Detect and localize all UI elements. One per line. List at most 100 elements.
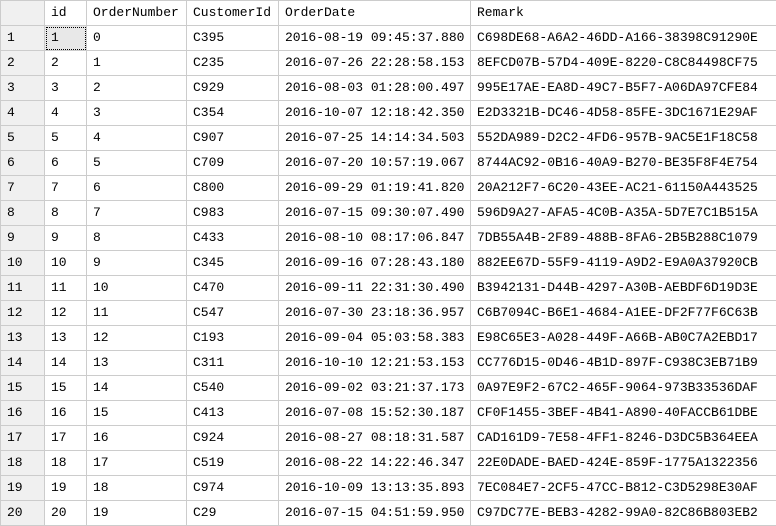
cell-id[interactable]: 12 (45, 301, 87, 326)
col-header-customerid[interactable]: CustomerId (187, 1, 279, 26)
table-row[interactable]: 131312C1932016-09-04 05:03:58.383E98C65E… (1, 326, 776, 351)
row-number[interactable]: 8 (1, 201, 45, 226)
cell-remark[interactable]: 596D9A27-AFA5-4C0B-A35A-5D7E7C1B515A (471, 201, 776, 226)
row-number[interactable]: 4 (1, 101, 45, 126)
table-row[interactable]: 554C9072016-07-25 14:14:34.503552DA989-D… (1, 126, 776, 151)
cell-remark[interactable]: 882EE67D-55F9-4119-A9D2-E9A0A37920CB (471, 251, 776, 276)
cell-customerid[interactable]: C800 (187, 176, 279, 201)
cell-remark[interactable]: 8744AC92-0B16-40A9-B270-BE35F8F4E754 (471, 151, 776, 176)
cell-ordernumber[interactable]: 2 (87, 76, 187, 101)
cell-orderdate[interactable]: 2016-07-25 14:14:34.503 (279, 126, 471, 151)
row-number[interactable]: 14 (1, 351, 45, 376)
cell-remark[interactable]: C97DC77E-BEB3-4282-99A0-82C86B803EB2 (471, 501, 776, 526)
table-row[interactable]: 171716C9242016-08-27 08:18:31.587CAD161D… (1, 426, 776, 451)
cell-ordernumber[interactable]: 6 (87, 176, 187, 201)
row-number[interactable]: 11 (1, 276, 45, 301)
cell-id[interactable]: 7 (45, 176, 87, 201)
cell-id[interactable]: 14 (45, 351, 87, 376)
col-header-remark[interactable]: Remark (471, 1, 776, 26)
cell-customerid[interactable]: C413 (187, 401, 279, 426)
cell-remark[interactable]: CF0F1455-3BEF-4B41-A890-40FACCB61DBE (471, 401, 776, 426)
cell-ordernumber[interactable]: 17 (87, 451, 187, 476)
table-row[interactable]: 221C2352016-07-26 22:28:58.1538EFCD07B-5… (1, 51, 776, 76)
cell-id[interactable]: 3 (45, 76, 87, 101)
cell-ordernumber[interactable]: 15 (87, 401, 187, 426)
cell-ordernumber[interactable]: 14 (87, 376, 187, 401)
row-number[interactable]: 12 (1, 301, 45, 326)
cell-customerid[interactable]: C193 (187, 326, 279, 351)
cell-ordernumber[interactable]: 11 (87, 301, 187, 326)
cell-orderdate[interactable]: 2016-10-09 13:13:35.893 (279, 476, 471, 501)
cell-remark[interactable]: CAD161D9-7E58-4FF1-8246-D3DC5B364EEA (471, 426, 776, 451)
cell-id[interactable]: 13 (45, 326, 87, 351)
cell-ordernumber[interactable]: 12 (87, 326, 187, 351)
cell-ordernumber[interactable]: 16 (87, 426, 187, 451)
cell-remark[interactable]: C698DE68-A6A2-46DD-A166-38398C91290E (471, 26, 776, 51)
table-row[interactable]: 121211C5472016-07-30 23:18:36.957C6B7094… (1, 301, 776, 326)
row-number[interactable]: 15 (1, 376, 45, 401)
cell-id[interactable]: 10 (45, 251, 87, 276)
row-number[interactable]: 3 (1, 76, 45, 101)
table-row[interactable]: 887C9832016-07-15 09:30:07.490596D9A27-A… (1, 201, 776, 226)
table-row[interactable]: 776C8002016-09-29 01:19:41.82020A212F7-6… (1, 176, 776, 201)
table-row[interactable]: 181817C5192016-08-22 14:22:46.34722E0DAD… (1, 451, 776, 476)
cell-customerid[interactable]: C235 (187, 51, 279, 76)
cell-ordernumber[interactable]: 4 (87, 126, 187, 151)
cell-ordernumber[interactable]: 5 (87, 151, 187, 176)
cell-customerid[interactable]: C924 (187, 426, 279, 451)
cell-customerid[interactable]: C983 (187, 201, 279, 226)
cell-id[interactable]: 2 (45, 51, 87, 76)
gutter-header[interactable] (1, 1, 45, 26)
cell-id[interactable]: 16 (45, 401, 87, 426)
col-header-id[interactable]: id (45, 1, 87, 26)
cell-id[interactable]: 4 (45, 101, 87, 126)
cell-orderdate[interactable]: 2016-08-19 09:45:37.880 (279, 26, 471, 51)
cell-customerid[interactable]: C519 (187, 451, 279, 476)
cell-remark[interactable]: 7DB55A4B-2F89-488B-8FA6-2B5B288C1079 (471, 226, 776, 251)
cell-remark[interactable]: 7EC084E7-2CF5-47CC-B812-C3D5298E30AF (471, 476, 776, 501)
table-row[interactable]: 111110C4702016-09-11 22:31:30.490B394213… (1, 276, 776, 301)
cell-customerid[interactable]: C354 (187, 101, 279, 126)
cell-ordernumber[interactable]: 0 (87, 26, 187, 51)
row-number[interactable]: 17 (1, 426, 45, 451)
cell-orderdate[interactable]: 2016-09-02 03:21:37.173 (279, 376, 471, 401)
cell-orderdate[interactable]: 2016-08-03 01:28:00.497 (279, 76, 471, 101)
row-number[interactable]: 10 (1, 251, 45, 276)
cell-ordernumber[interactable]: 8 (87, 226, 187, 251)
cell-customerid[interactable]: C470 (187, 276, 279, 301)
cell-orderdate[interactable]: 2016-08-10 08:17:06.847 (279, 226, 471, 251)
cell-orderdate[interactable]: 2016-09-11 22:31:30.490 (279, 276, 471, 301)
cell-customerid[interactable]: C540 (187, 376, 279, 401)
cell-id[interactable]: 17 (45, 426, 87, 451)
row-number[interactable]: 5 (1, 126, 45, 151)
table-row[interactable]: 141413C3112016-10-10 12:21:53.153CC776D1… (1, 351, 776, 376)
table-row[interactable]: 191918C9742016-10-09 13:13:35.8937EC084E… (1, 476, 776, 501)
cell-id[interactable]: 20 (45, 501, 87, 526)
cell-remark[interactable]: 552DA989-D2C2-4FD6-957B-9AC5E1F18C58 (471, 126, 776, 151)
cell-remark[interactable]: 20A212F7-6C20-43EE-AC21-61150A443525 (471, 176, 776, 201)
cell-orderdate[interactable]: 2016-07-30 23:18:36.957 (279, 301, 471, 326)
cell-orderdate[interactable]: 2016-09-16 07:28:43.180 (279, 251, 471, 276)
cell-customerid[interactable]: C907 (187, 126, 279, 151)
cell-orderdate[interactable]: 2016-09-04 05:03:58.383 (279, 326, 471, 351)
cell-customerid[interactable]: C974 (187, 476, 279, 501)
cell-ordernumber[interactable]: 13 (87, 351, 187, 376)
cell-orderdate[interactable]: 2016-07-15 09:30:07.490 (279, 201, 471, 226)
cell-orderdate[interactable]: 2016-07-26 22:28:58.153 (279, 51, 471, 76)
cell-ordernumber[interactable]: 7 (87, 201, 187, 226)
row-number[interactable]: 20 (1, 501, 45, 526)
cell-id[interactable]: 18 (45, 451, 87, 476)
row-number[interactable]: 16 (1, 401, 45, 426)
cell-ordernumber[interactable]: 18 (87, 476, 187, 501)
row-number[interactable]: 1 (1, 26, 45, 51)
cell-remark[interactable]: 22E0DADE-BAED-424E-859F-1775A1322356 (471, 451, 776, 476)
cell-customerid[interactable]: C395 (187, 26, 279, 51)
cell-id[interactable]: 8 (45, 201, 87, 226)
cell-ordernumber[interactable]: 9 (87, 251, 187, 276)
cell-customerid[interactable]: C433 (187, 226, 279, 251)
table-row[interactable]: 998C4332016-08-10 08:17:06.8477DB55A4B-2… (1, 226, 776, 251)
row-number[interactable]: 7 (1, 176, 45, 201)
cell-orderdate[interactable]: 2016-07-08 15:52:30.187 (279, 401, 471, 426)
cell-remark[interactable]: 8EFCD07B-57D4-409E-8220-C8C84498CF75 (471, 51, 776, 76)
cell-customerid[interactable]: C29 (187, 501, 279, 526)
